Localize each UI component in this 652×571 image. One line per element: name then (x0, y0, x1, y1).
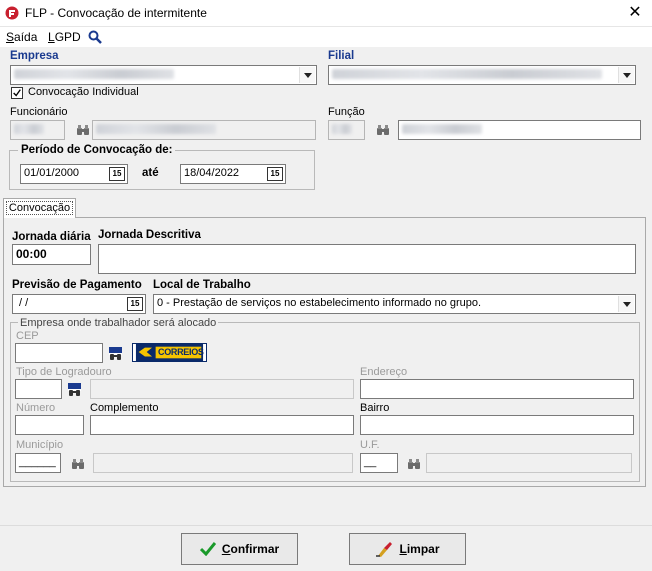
menu-saida[interactable]: Saída (6, 30, 37, 44)
empresa-select[interactable] (10, 65, 317, 85)
funcionario-code-field[interactable] (10, 120, 65, 140)
periodo-label: Período de Convocação de: (18, 144, 176, 156)
limpar-label: Limpar (399, 542, 440, 556)
tab-convocacao[interactable]: Convocação (3, 198, 76, 218)
municipio-code-field[interactable]: ______ (15, 453, 61, 473)
local-trabalho-label: Local de Trabalho (153, 279, 251, 291)
limpar-button[interactable]: Limpar (349, 533, 466, 565)
previsao-pagamento-field[interactable]: / / 15 (12, 294, 146, 314)
correios-text: CORREIOS (158, 347, 204, 357)
uf-field[interactable]: __ (360, 453, 398, 473)
bairro-label: Bairro (360, 402, 390, 414)
ate-label: até (142, 167, 159, 179)
previsao-pagamento-value: / / (16, 297, 29, 309)
complemento-field[interactable] (90, 415, 354, 435)
bairro-field[interactable] (360, 415, 634, 435)
jornada-diaria-field[interactable]: 00:00 (12, 244, 91, 265)
filial-label: Filial (328, 50, 355, 62)
tab-convocacao-label: Convocação (5, 201, 74, 215)
check-icon (13, 89, 21, 97)
filial-select[interactable] (328, 65, 636, 85)
binoculars-icon[interactable] (407, 458, 421, 470)
convocacao-individual-checkbox[interactable] (11, 87, 23, 99)
chevron-down-icon[interactable] (618, 296, 634, 312)
local-trabalho-select[interactable]: 0 - Prestação de serviços no estabelecim… (153, 294, 636, 314)
binoculars-icon[interactable] (76, 124, 90, 136)
funcionario-name-field[interactable] (92, 120, 316, 140)
close-button[interactable]: ✕ (622, 2, 648, 24)
calendar-search-icon[interactable] (67, 382, 82, 397)
uf-label: U.F. (360, 439, 380, 451)
funcao-name-field[interactable] (398, 120, 641, 140)
cep-field[interactable] (15, 343, 103, 363)
title-bar: FLP - Convocação de intermitente ✕ (0, 0, 652, 27)
binoculars-icon[interactable] (376, 124, 390, 136)
calendar-icon[interactable]: 15 (267, 167, 283, 181)
chevron-down-icon[interactable] (299, 67, 315, 83)
periodo-de-field[interactable]: 01/01/2000 15 (20, 164, 128, 184)
periodo-ate-field[interactable]: 18/04/2022 15 (180, 164, 286, 184)
chevron-down-icon[interactable] (618, 67, 634, 83)
calendar-search-icon[interactable] (108, 346, 123, 361)
endereco-label: Endereço (360, 366, 408, 378)
previsao-pagamento-label: Previsão de Pagamento (12, 279, 142, 291)
empresa-label: Empresa (10, 50, 59, 62)
cep-label: CEP (16, 330, 39, 342)
uf-name-field (426, 453, 632, 473)
window-title: FLP - Convocação de intermitente (25, 6, 207, 20)
numero-field[interactable] (15, 415, 84, 435)
convocacao-individual-label: Convocação Individual (28, 86, 139, 98)
checkmark-icon (199, 542, 216, 556)
jornada-descritiva-field[interactable] (98, 244, 636, 274)
complemento-label: Complemento (90, 402, 159, 414)
jornada-diaria-label: Jornada diária (12, 231, 91, 243)
confirmar-label: Confirmar (221, 542, 280, 556)
alocacao-group-label: Empresa onde trabalhador será alocado (18, 317, 219, 329)
app-logo-icon (5, 6, 19, 20)
periodo-de-value: 01/01/2000 (24, 167, 80, 179)
search-icon[interactable] (88, 30, 102, 44)
funcao-code-field[interactable] (328, 120, 365, 140)
funcao-label: Função (328, 106, 365, 118)
footer-bar (0, 525, 652, 571)
municipio-label: Município (16, 439, 64, 451)
calendar-icon[interactable]: 15 (127, 297, 143, 311)
correios-logo[interactable]: CORREIOS (132, 343, 207, 362)
menu-lgpd[interactable]: LGPD (48, 30, 81, 44)
tipo-logradouro-desc-field (90, 379, 354, 399)
local-trabalho-value: 0 - Prestação de serviços no estabelecim… (157, 297, 482, 309)
jornada-descritiva-label: Jornada Descritiva (98, 229, 201, 241)
binoculars-icon[interactable] (71, 458, 85, 470)
eraser-brush-icon (376, 542, 393, 557)
endereco-field[interactable] (360, 379, 634, 399)
calendar-icon[interactable]: 15 (109, 167, 125, 181)
tipo-logradouro-label: Tipo de Logradouro (16, 366, 112, 378)
confirmar-button[interactable]: Confirmar (181, 533, 298, 565)
numero-label: Número (16, 402, 56, 414)
municipio-name-field (93, 453, 353, 473)
funcionario-label: Funcionário (10, 106, 68, 118)
tipo-logradouro-field[interactable] (15, 379, 62, 399)
menu-bar: Saída LGPD (0, 27, 652, 47)
periodo-ate-value: 18/04/2022 (184, 167, 240, 179)
